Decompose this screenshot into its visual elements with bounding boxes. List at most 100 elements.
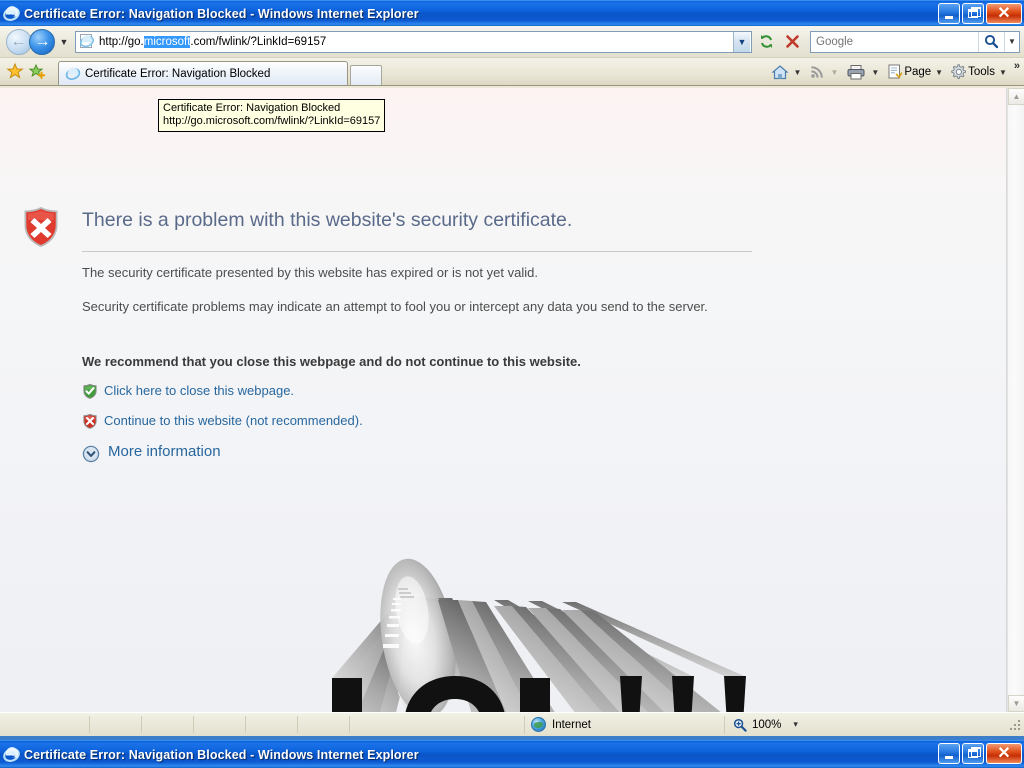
status-segment-5 [246,716,298,733]
page-area: There is a problem with this website's s… [0,88,1024,712]
page-menu-button[interactable]: Page ▼ [883,61,946,83]
background-minimize-button[interactable] [938,743,960,764]
minimize-button[interactable] [938,3,960,24]
close-icon: ✕ [997,4,1011,22]
rss-icon [811,66,824,78]
security-zone-label: Internet [552,718,591,731]
security-zone-indicator[interactable]: Internet [524,715,724,734]
resize-grip[interactable] [1008,718,1022,732]
zoom-control[interactable]: 100% ▾ [724,715,834,734]
internet-zone-globe-icon [531,717,546,732]
page-menu-label: Page [904,66,932,78]
gear-icon [951,64,967,80]
green-shield-check-icon [82,383,98,399]
error-paragraph-1: The security certificate presented by th… [82,265,538,280]
tab-bar: Certificate Error: Navigation Blocked ▼ … [0,58,1024,86]
more-information-link[interactable]: More information [108,443,221,460]
refresh-icon [761,35,772,48]
status-segment-1 [0,716,90,733]
background-window-controls: ✕ [938,743,1022,764]
page-favicon-icon [79,34,95,49]
command-overflow-button[interactable]: » [1014,60,1020,72]
tools-menu-button[interactable]: Tools ▼ [947,61,1010,83]
favorites-bar [0,57,54,85]
lol-artwork [0,488,1006,712]
close-webpage-link[interactable]: Click here to close this webpage. [104,383,294,398]
zoom-level-label: 100% [752,718,782,731]
forward-button[interactable]: → [29,28,55,55]
close-button[interactable]: ✕ [986,3,1022,24]
address-dropdown-button[interactable]: ▼ [733,31,750,52]
title-divider [82,251,752,252]
search-icon [984,34,999,49]
restore-icon [968,7,981,18]
print-caret-icon: ▼ [871,67,880,77]
status-segment-3 [142,716,194,733]
error-shield-icon [22,206,60,248]
window-controls: ✕ [938,3,1022,24]
address-prefix: http://go. [99,35,144,48]
history-dropdown-button[interactable]: ▼ [57,37,71,47]
forward-arrow-icon: → [34,32,51,50]
background-close-button[interactable]: ✕ [986,743,1022,764]
tab-label: Certificate Error: Navigation Blocked [85,67,271,80]
continue-link[interactable]: Continue to this website (not recommende… [104,413,363,428]
internet-explorer-icon [3,5,20,22]
printer-icon [847,65,865,80]
minimize-icon [945,15,953,19]
tooltip-line-1: Certificate Error: Navigation Blocked [163,102,341,114]
stop-x-icon [786,35,799,48]
scrollbar-track[interactable] [1008,105,1024,695]
more-information-option[interactable]: More information [82,443,221,463]
add-to-favorites-icon[interactable] [28,62,46,80]
chevron-down-circle-icon [82,445,100,463]
address-toolbar: ← → ▼ http://go.microsoft.com/fwlink/?Li… [0,26,1024,58]
status-segment-6 [298,716,350,733]
address-suffix: .com/fwlink/?LinkId=69157 [190,35,327,48]
tools-caret-icon: ▼ [998,67,1007,77]
background-maximize-button[interactable] [962,743,984,764]
red-shield-x-icon [82,413,98,429]
favorites-center-icon[interactable] [6,62,24,80]
maximize-button[interactable] [962,3,984,24]
background-browser-window-titlebar[interactable]: Certificate Error: Navigation Blocked - … [0,740,1024,768]
tab-certificate-error[interactable]: Certificate Error: Navigation Blocked [58,61,348,85]
back-arrow-icon: ← [10,32,27,50]
search-go-button[interactable] [978,31,1004,52]
window-title: Certificate Error: Navigation Blocked - … [24,6,419,21]
search-input[interactable] [811,34,978,49]
print-button[interactable]: ▼ [842,61,882,83]
page-title: There is a problem with this website's s… [82,209,573,231]
tab-favicon-icon [65,66,81,82]
minimize-icon-2 [945,755,953,759]
new-tab-button[interactable] [350,65,382,85]
home-button[interactable]: ▼ [767,61,805,83]
zoom-magnifier-icon [733,718,747,732]
tooltip-line-2: http://go.microsoft.com/fwlink/?LinkId=6… [163,115,381,127]
browser-window: Certificate Error: Navigation Blocked - … [0,0,1024,736]
background-window-title: Certificate Error: Navigation Blocked - … [24,747,419,762]
page-caret-icon: ▼ [935,67,944,77]
stop-button[interactable] [781,30,804,53]
close-webpage-option[interactable]: Click here to close this webpage. [82,383,294,399]
lol-wordart-svg [332,558,746,712]
home-icon [770,65,789,80]
search-box[interactable]: ▼ [810,30,1020,53]
title-bar[interactable]: Certificate Error: Navigation Blocked - … [0,0,1024,26]
scroll-up-button[interactable]: ▲ [1008,88,1024,105]
feeds-button[interactable]: ▼ [805,61,841,83]
zoom-caret-icon[interactable]: ▾ [793,719,798,730]
status-segment-2 [90,716,142,733]
vertical-scrollbar[interactable]: ▲ ▼ [1007,88,1024,712]
feeds-caret-icon: ▼ [830,67,839,77]
internet-explorer-icon-2 [3,746,20,763]
refresh-button[interactable] [755,30,778,53]
search-options-button[interactable]: ▼ [1004,31,1019,52]
page-icon [888,64,903,79]
error-page-content: There is a problem with this website's s… [0,88,1007,712]
scroll-down-button[interactable]: ▼ [1008,695,1024,712]
address-bar[interactable]: http://go.microsoft.com/fwlink/?LinkId=6… [75,30,752,53]
continue-option[interactable]: Continue to this website (not recommende… [82,413,363,429]
restore-icon-2 [968,747,981,758]
link-tooltip: Certificate Error: Navigation Blocked ht… [158,99,386,132]
